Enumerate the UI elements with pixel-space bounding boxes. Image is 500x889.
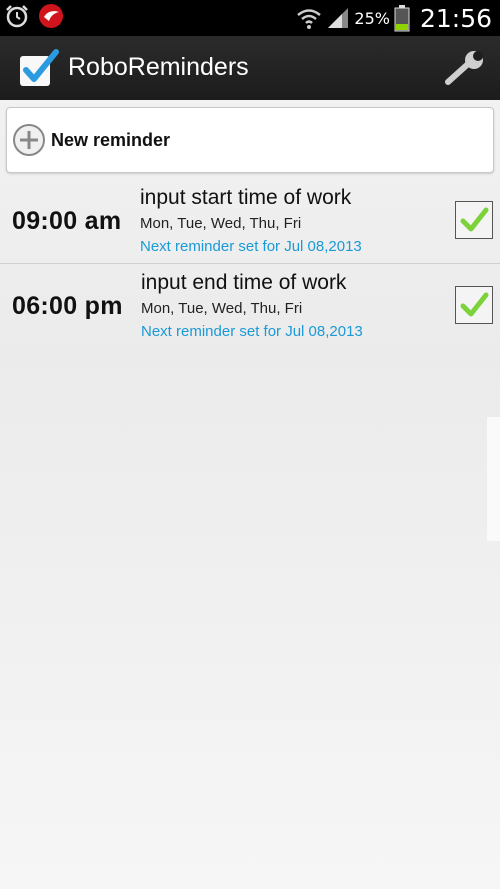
checkbox-icon — [20, 49, 59, 86]
reminder-days: Mon, Tue, Wed, Thu, Fri — [140, 215, 302, 232]
checkmark-icon — [460, 292, 489, 317]
wrench-icon[interactable] — [444, 50, 486, 86]
reminder-item[interactable]: 06:00 pm input end time of work Mon, Tue… — [0, 265, 500, 349]
action-bar: RoboReminders — [0, 36, 500, 100]
trend-micro-icon — [39, 4, 63, 28]
checkmark-icon — [460, 207, 489, 232]
reminder-time: 06:00 pm — [12, 292, 123, 320]
divider — [0, 263, 500, 264]
alarm-clock-icon — [6, 5, 28, 28]
battery-percent: 25% — [354, 8, 390, 28]
new-reminder-label: New reminder — [51, 129, 171, 150]
reminder-enabled-checkbox[interactable] — [455, 286, 493, 324]
signal-icon — [328, 8, 349, 28]
reminder-next: Next reminder set for Jul 08,2013 — [141, 323, 363, 340]
new-reminder-button[interactable]: New reminder — [6, 107, 494, 173]
reminder-days: Mon, Tue, Wed, Thu, Fri — [141, 300, 303, 317]
plus-circle-icon — [13, 124, 45, 156]
reminder-next: Next reminder set for Jul 08,2013 — [140, 238, 362, 255]
clock: 21:56 — [419, 3, 492, 33]
battery-icon — [394, 5, 410, 32]
app-title: RoboReminders — [68, 53, 249, 81]
scroll-indicator[interactable] — [487, 417, 500, 541]
reminder-item[interactable]: 09:00 am input start time of work Mon, T… — [0, 180, 500, 264]
status-bar: 25% 21:56 — [0, 0, 500, 36]
reminder-enabled-checkbox[interactable] — [455, 201, 493, 239]
reminder-time: 09:00 am — [12, 207, 122, 235]
reminder-title: input end time of work — [141, 271, 347, 294]
reminder-title: input start time of work — [140, 186, 352, 209]
wifi-icon — [297, 9, 322, 29]
